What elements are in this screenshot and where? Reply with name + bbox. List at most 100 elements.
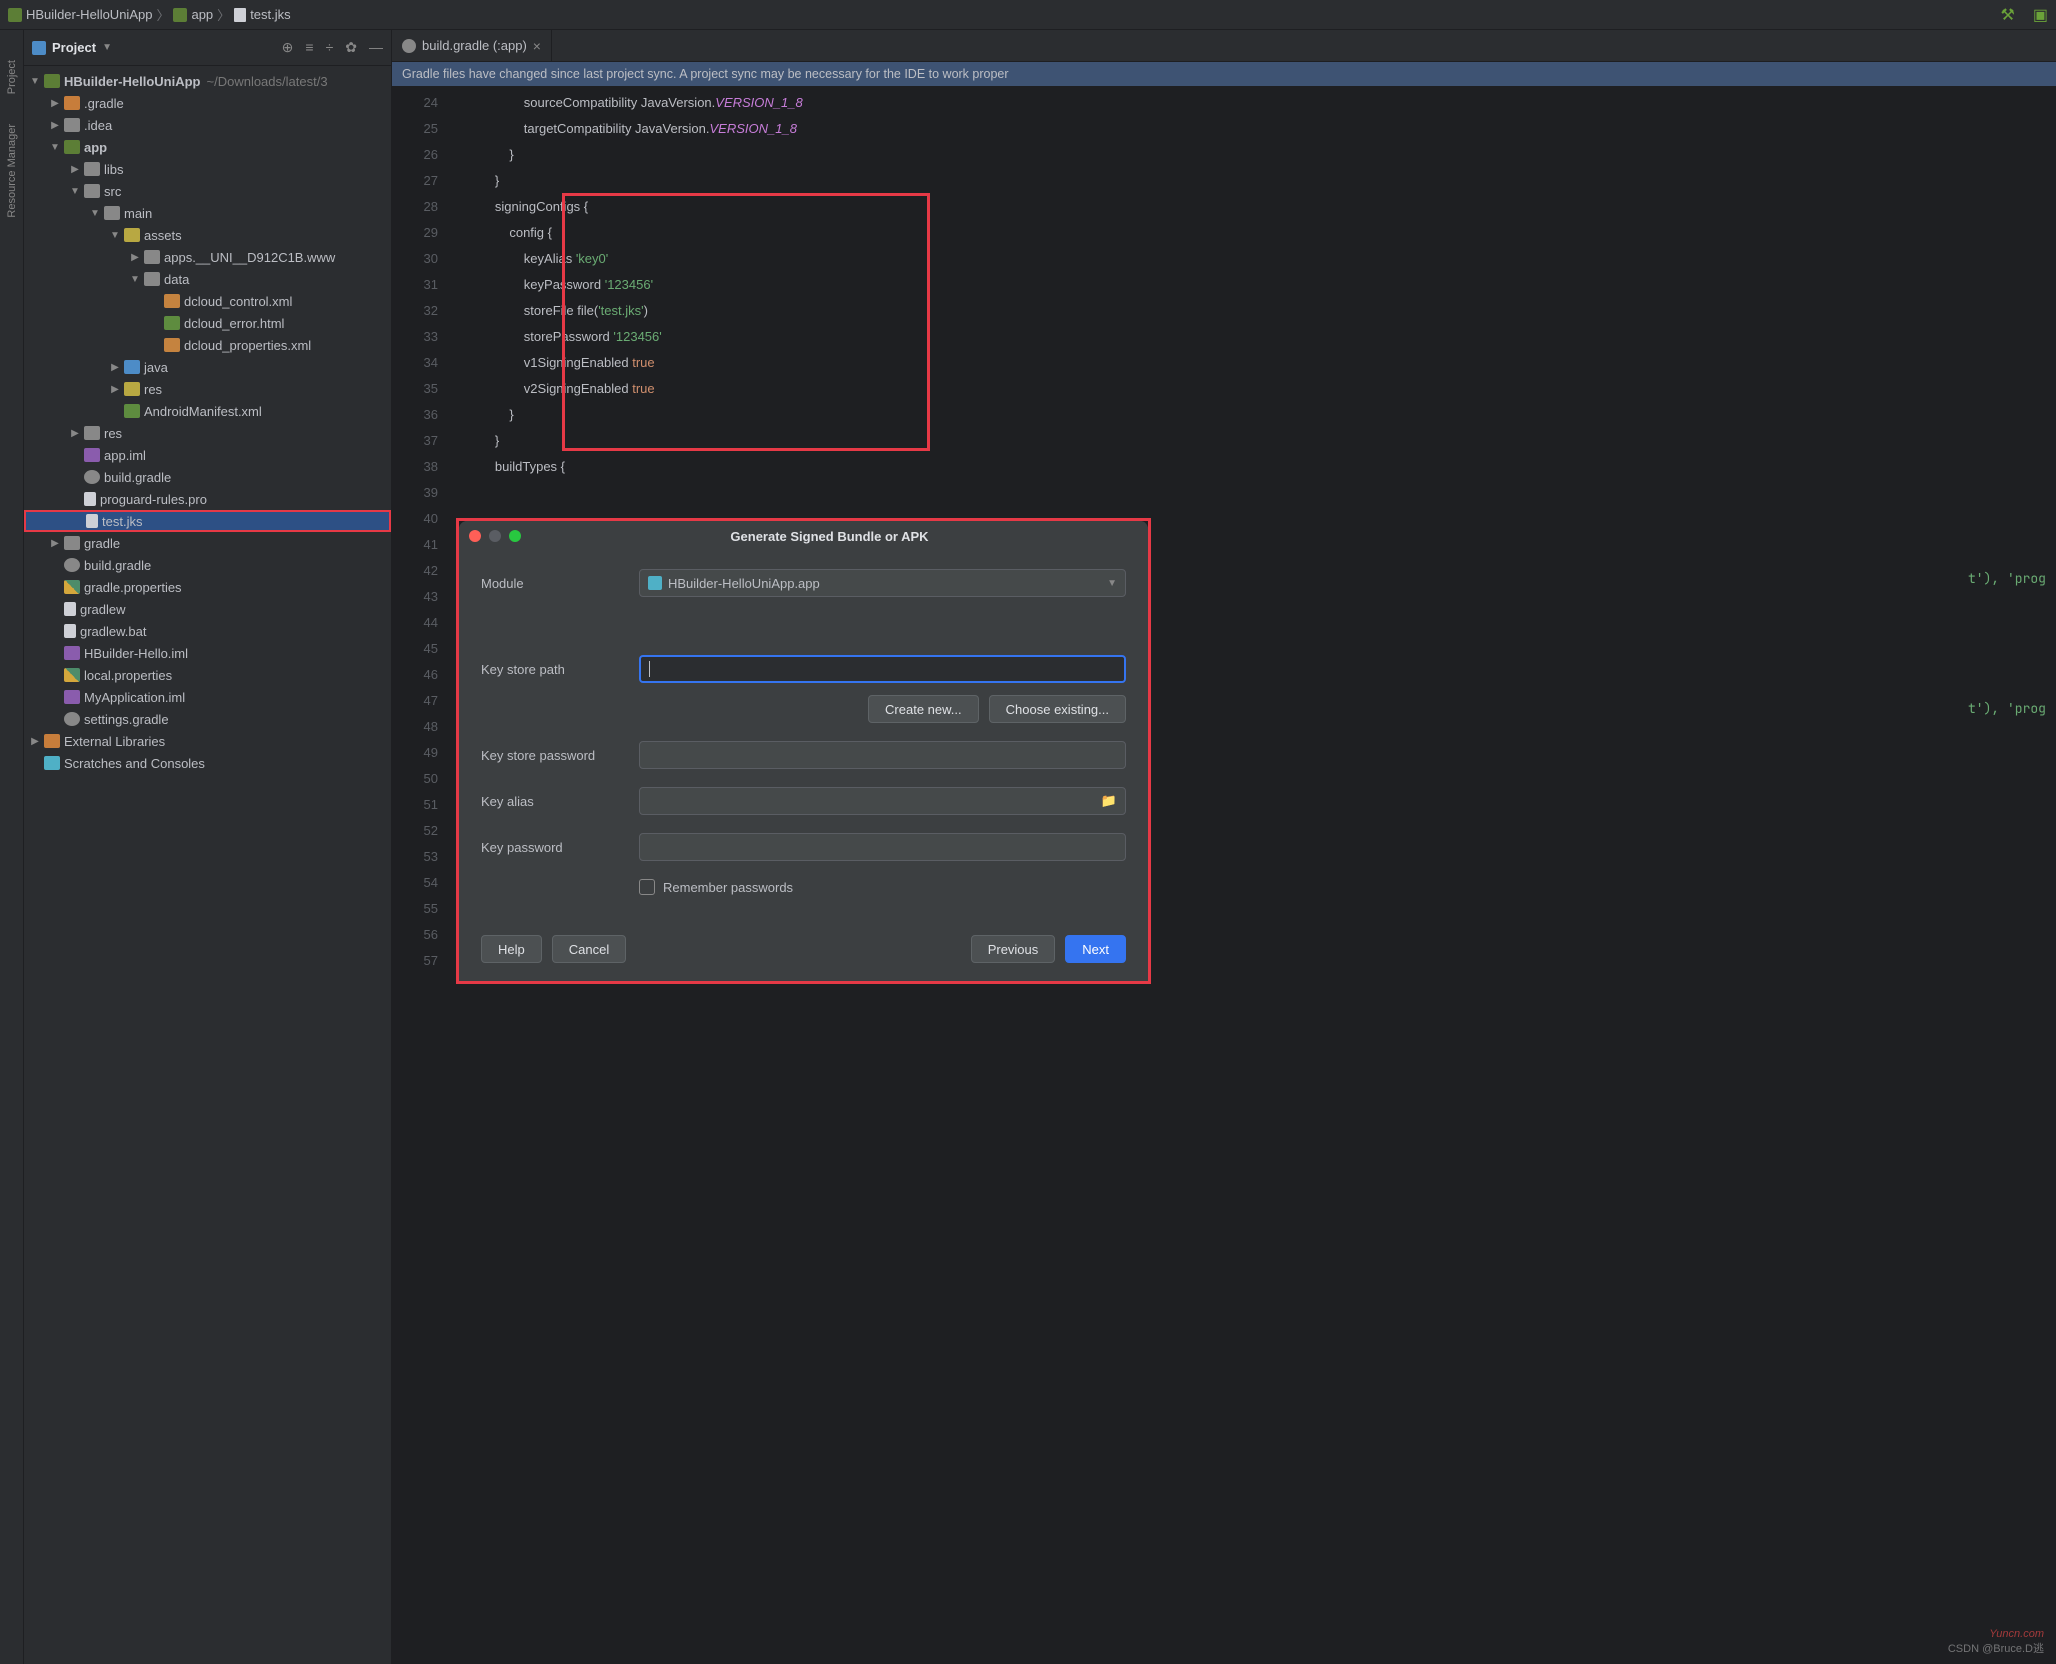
generate-signed-dialog: Generate Signed Bundle or APK Module HBu… <box>459 521 1148 981</box>
gradle-icon <box>64 558 80 572</box>
build-icon[interactable]: ⚒ <box>2001 5 2015 25</box>
tree-item-app-iml[interactable]: app.iml <box>24 444 391 466</box>
properties-icon <box>64 580 80 594</box>
cancel-button[interactable]: Cancel <box>552 935 626 963</box>
folder-icon <box>84 184 100 198</box>
project-title[interactable]: Project ▼ <box>32 40 282 55</box>
top-toolbar: HBuilder-HelloUniApp 〉 app 〉 test.jks ⚒ … <box>0 0 2056 30</box>
file-icon <box>64 602 76 616</box>
module-label: Module <box>481 576 639 591</box>
previous-button[interactable]: Previous <box>971 935 1056 963</box>
choose-existing-button[interactable]: Choose existing... <box>989 695 1126 723</box>
tree-item-data[interactable]: data <box>24 268 391 290</box>
header-tools: ⊕ ≡ ÷ ✿ — <box>282 39 383 56</box>
android-icon[interactable]: ▣ <box>2033 5 2048 25</box>
tab-build-gradle[interactable]: build.gradle (:app) × <box>392 30 552 61</box>
toolbar-right: ⚒ ▣ <box>2001 5 2048 25</box>
tree-item-src[interactable]: src <box>24 180 391 202</box>
tree-item-dcloud-control[interactable]: dcloud_control.xml <box>24 290 391 312</box>
key-pw-label: Key password <box>481 840 639 855</box>
watermark: CSDN @Bruce.D逃 <box>1948 1640 2044 1656</box>
tree-item-java[interactable]: java <box>24 356 391 378</box>
collapse-icon[interactable]: ÷ <box>326 39 334 56</box>
tree-item-assets[interactable]: assets <box>24 224 391 246</box>
tree-item-res2[interactable]: res <box>24 422 391 444</box>
tree-item-local-props[interactable]: local.properties <box>24 664 391 686</box>
tree-item-test-jks[interactable]: test.jks <box>24 510 391 532</box>
close-window-icon[interactable] <box>469 530 481 542</box>
remember-checkbox[interactable] <box>639 879 655 895</box>
folder-icon <box>124 228 140 242</box>
window-controls <box>469 530 521 542</box>
maximize-window-icon[interactable] <box>509 530 521 542</box>
project-tree: HBuilder-HelloUniApp~/Downloads/latest/3… <box>24 66 391 1664</box>
scratches-icon <box>44 756 60 770</box>
tree-ext-libs[interactable]: External Libraries <box>24 730 391 752</box>
keystore-path-input[interactable] <box>639 655 1126 683</box>
rail-project[interactable]: Project <box>6 60 18 94</box>
tree-item-idea[interactable]: .idea <box>24 114 391 136</box>
gradle-icon <box>402 39 416 53</box>
tab-bar: build.gradle (:app) × <box>392 30 2056 62</box>
file-icon <box>64 624 76 638</box>
tree-item-myapp-iml[interactable]: MyApplication.iml <box>24 686 391 708</box>
gutter: 2425262728293031323334353637383940414243… <box>392 86 448 1664</box>
dialog-container: Generate Signed Bundle or APK Module HBu… <box>456 518 1151 984</box>
tree-item-manifest[interactable]: AndroidManifest.xml <box>24 400 391 422</box>
tree-item-apps-www[interactable]: apps.__UNI__D912C1B.www <box>24 246 391 268</box>
rail-resource-manager[interactable]: Resource Manager <box>6 124 18 218</box>
tree-item-settings-gradle[interactable]: settings.gradle <box>24 708 391 730</box>
tree-item-gradle-props[interactable]: gradle.properties <box>24 576 391 598</box>
tree-item-proguard[interactable]: proguard-rules.pro <box>24 488 391 510</box>
code-highlight-box <box>562 193 930 451</box>
tree-item-gradlew[interactable]: gradlew <box>24 598 391 620</box>
tree-item-build-gradle2[interactable]: build.gradle <box>24 554 391 576</box>
create-new-button[interactable]: Create new... <box>868 695 979 723</box>
tab-label: build.gradle (:app) <box>422 38 527 53</box>
next-button[interactable]: Next <box>1065 935 1126 963</box>
breadcrumb-file[interactable]: test.jks <box>234 7 290 22</box>
tree-item-gradle-dir[interactable]: .gradle <box>24 92 391 114</box>
tree-item-libs[interactable]: libs <box>24 158 391 180</box>
tree-item-dcloud-props[interactable]: dcloud_properties.xml <box>24 334 391 356</box>
tree-item-res[interactable]: res <box>24 378 391 400</box>
tree-item-hbuilder-iml[interactable]: HBuilder-Hello.iml <box>24 642 391 664</box>
module-combo[interactable]: HBuilder-HelloUniApp.app ▼ <box>639 569 1126 597</box>
close-icon[interactable]: × <box>533 38 541 54</box>
keystore-path-label: Key store path <box>481 662 639 677</box>
tree-item-gradlew-bat[interactable]: gradlew.bat <box>24 620 391 642</box>
tree-item-app[interactable]: app <box>24 136 391 158</box>
tree-item-dcloud-error[interactable]: dcloud_error.html <box>24 312 391 334</box>
folder-icon <box>144 272 160 286</box>
sync-banner: Gradle files have changed since last pro… <box>392 62 2056 86</box>
dialog-title: Generate Signed Bundle or APK <box>521 529 1138 544</box>
editor-area: build.gradle (:app) × Gradle files have … <box>392 30 2056 1664</box>
breadcrumb-mid[interactable]: app <box>173 7 213 22</box>
tree-item-build-gradle[interactable]: build.gradle <box>24 466 391 488</box>
hide-icon[interactable]: — <box>369 39 383 56</box>
folder-icon[interactable]: 📁 <box>1101 793 1117 809</box>
breadcrumb: HBuilder-HelloUniApp 〉 app 〉 test.jks <box>8 5 2001 24</box>
key-pw-input[interactable] <box>639 833 1126 861</box>
xml-icon <box>164 294 180 308</box>
key-alias-input[interactable]: 📁 <box>639 787 1126 815</box>
target-icon[interactable]: ⊕ <box>282 39 294 56</box>
keystore-pw-input[interactable] <box>639 741 1126 769</box>
folder-icon <box>64 96 80 110</box>
minimize-window-icon[interactable] <box>489 530 501 542</box>
tree-item-main[interactable]: main <box>24 202 391 224</box>
gear-icon[interactable]: ✿ <box>345 39 357 56</box>
tree-root[interactable]: HBuilder-HelloUniApp~/Downloads/latest/3 <box>24 70 391 92</box>
properties-icon <box>64 668 80 682</box>
remember-label: Remember passwords <box>663 880 793 895</box>
gradle-icon <box>84 470 100 484</box>
file-icon <box>234 8 246 22</box>
breadcrumb-root[interactable]: HBuilder-HelloUniApp <box>8 7 152 22</box>
folder-icon <box>64 118 80 132</box>
tree-scratches[interactable]: Scratches and Consoles <box>24 752 391 774</box>
expand-icon[interactable]: ≡ <box>305 39 313 56</box>
module-icon <box>44 74 60 88</box>
gradle-icon <box>64 712 80 726</box>
tree-item-gradle2[interactable]: gradle <box>24 532 391 554</box>
help-button[interactable]: Help <box>481 935 542 963</box>
